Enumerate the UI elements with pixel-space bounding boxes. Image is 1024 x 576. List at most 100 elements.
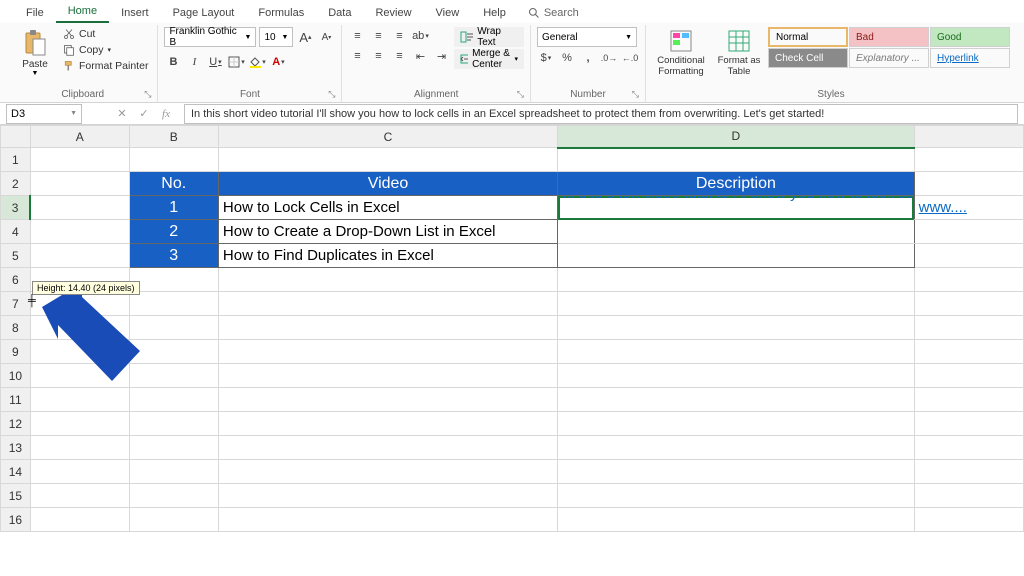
decrease-font-button[interactable]: A▾	[317, 28, 335, 46]
row-header[interactable]: 8	[1, 316, 31, 340]
table-cell[interactable]: 1	[129, 196, 218, 220]
row-header[interactable]: 7	[1, 292, 31, 316]
table-header-description[interactable]: Description	[558, 172, 915, 196]
name-box[interactable]: D3▼	[6, 104, 82, 124]
worksheet-grid[interactable]: A B C D 1 2 No. Video Description 3 1 Ho…	[0, 125, 1024, 532]
tab-formulas[interactable]: Formulas	[246, 3, 316, 23]
tell-me-search[interactable]: Search	[518, 3, 589, 23]
font-name-combo[interactable]: Franklin Gothic B▼	[164, 27, 256, 47]
align-bottom-button[interactable]: ≡	[390, 27, 408, 45]
align-middle-button[interactable]: ≡	[369, 27, 387, 45]
table-cell[interactable]: How to Create a Drop-Down List in Excel	[218, 220, 557, 244]
format-as-table-button[interactable]: Format as Table	[714, 27, 764, 79]
tab-data[interactable]: Data	[316, 3, 363, 23]
align-right-button[interactable]: ≡	[390, 47, 408, 65]
row-header[interactable]: 14	[1, 460, 31, 484]
row-header[interactable]: 11	[1, 388, 31, 412]
table-cell[interactable]: 3	[129, 244, 218, 268]
col-header-b[interactable]: B	[129, 126, 218, 148]
row-header[interactable]: 2	[1, 172, 31, 196]
fill-color-button[interactable]: ▾	[248, 53, 266, 71]
conditional-formatting-button[interactable]: Conditional Formatting	[652, 27, 710, 79]
chevron-down-icon: ▼	[32, 70, 39, 77]
style-good[interactable]: Good	[930, 27, 1010, 47]
tab-home[interactable]: Home	[56, 1, 109, 23]
wrap-text-button[interactable]: Wrap Text	[454, 27, 524, 47]
table-cell-link[interactable]: www....	[914, 196, 1023, 220]
copy-button[interactable]: Copy ▾	[60, 43, 151, 57]
enter-formula-button[interactable]: ✓	[134, 104, 154, 124]
style-explanatory[interactable]: Explanatory ...	[849, 48, 929, 68]
paste-button[interactable]: Paste ▼	[14, 27, 56, 79]
formula-bar[interactable]: In this short video tutorial I'll show y…	[184, 104, 1018, 124]
bold-button[interactable]: B	[164, 53, 182, 71]
dialog-launcher-icon[interactable]: ⤡	[328, 89, 335, 100]
row-header[interactable]: 16	[1, 508, 31, 532]
table-cell[interactable]	[558, 244, 915, 268]
increase-indent-button[interactable]: ⇥	[432, 47, 450, 65]
tab-file[interactable]: File	[14, 3, 56, 23]
col-header-a[interactable]: A	[30, 126, 129, 148]
row-header[interactable]: 10	[1, 364, 31, 388]
format-painter-button[interactable]: Format Painter	[60, 59, 151, 73]
tab-view[interactable]: View	[424, 3, 472, 23]
decrease-decimal-button[interactable]: ←.0	[621, 49, 639, 67]
align-center-button[interactable]: ≡	[369, 47, 387, 65]
dialog-launcher-icon[interactable]: ⤡	[632, 89, 639, 100]
font-size-combo[interactable]: 10▼	[259, 27, 293, 47]
cond-format-icon	[669, 29, 693, 53]
increase-decimal-button[interactable]: .0→	[600, 49, 618, 67]
row-header[interactable]: 4	[1, 220, 31, 244]
col-header-c[interactable]: C	[218, 126, 557, 148]
col-header-e[interactable]	[914, 126, 1023, 148]
cancel-formula-button[interactable]: ✕	[112, 104, 132, 124]
style-hyperlink[interactable]: Hyperlink	[930, 48, 1010, 68]
chevron-down-icon: ▼	[625, 34, 632, 41]
tab-help[interactable]: Help	[471, 3, 518, 23]
tab-review[interactable]: Review	[363, 3, 423, 23]
style-normal[interactable]: Normal	[768, 27, 848, 47]
tab-page-layout[interactable]: Page Layout	[161, 3, 247, 23]
italic-button[interactable]: I	[185, 53, 203, 71]
align-top-button[interactable]: ≡	[348, 27, 366, 45]
increase-font-button[interactable]: A▴	[296, 28, 314, 46]
table-cell[interactable]: How to Lock Cells in Excel	[218, 196, 557, 220]
row-header[interactable]: 9	[1, 340, 31, 364]
borders-button[interactable]: ▾	[227, 53, 245, 71]
row-header[interactable]: 12	[1, 412, 31, 436]
tab-insert[interactable]: Insert	[109, 3, 161, 23]
orientation-button[interactable]: ab▾	[411, 27, 429, 45]
number-format-combo[interactable]: General▼	[537, 27, 637, 47]
style-check-cell[interactable]: Check Cell	[768, 48, 848, 68]
merge-center-button[interactable]: Merge & Center ▾	[454, 49, 524, 69]
row-header[interactable]: 1	[1, 148, 31, 172]
col-header-d[interactable]: D	[558, 126, 915, 148]
table-cell[interactable]: 2	[129, 220, 218, 244]
dialog-launcher-icon[interactable]: ⤡	[517, 89, 524, 100]
table-cell[interactable]	[558, 220, 915, 244]
row-header[interactable]: 3	[1, 196, 31, 220]
row-header[interactable]: 6	[1, 268, 31, 292]
active-cell[interactable]: In this short video tutorial I'll show y…	[558, 196, 915, 220]
row-header[interactable]: 15	[1, 484, 31, 508]
table-cell[interactable]: How to Find Duplicates in Excel	[218, 244, 557, 268]
row-header[interactable]: 13	[1, 436, 31, 460]
dialog-launcher-icon[interactable]: ⤡	[144, 89, 151, 100]
font-color-button[interactable]: A▾	[269, 53, 287, 71]
style-bad[interactable]: Bad	[849, 27, 929, 47]
align-left-button[interactable]: ≡	[348, 47, 366, 65]
percent-button[interactable]: %	[558, 49, 576, 67]
table-header-video[interactable]: Video	[218, 172, 557, 196]
insert-function-button[interactable]: fx	[156, 104, 176, 124]
wrap-icon	[460, 31, 473, 43]
table-header-no[interactable]: No.	[129, 172, 218, 196]
ribbon-tabs: File Home Insert Page Layout Formulas Da…	[0, 0, 1024, 23]
comma-button[interactable]: ,	[579, 49, 597, 67]
decrease-indent-button[interactable]: ⇤	[411, 47, 429, 65]
accounting-button[interactable]: $▾	[537, 49, 555, 67]
select-all-corner[interactable]	[1, 126, 31, 148]
row-header[interactable]: 5	[1, 244, 31, 268]
underline-button[interactable]: U▾	[206, 53, 224, 71]
cut-button[interactable]: Cut	[60, 27, 151, 41]
cell-styles-gallery[interactable]: Normal Bad Good Check Cell Explanatory .…	[768, 27, 1010, 68]
